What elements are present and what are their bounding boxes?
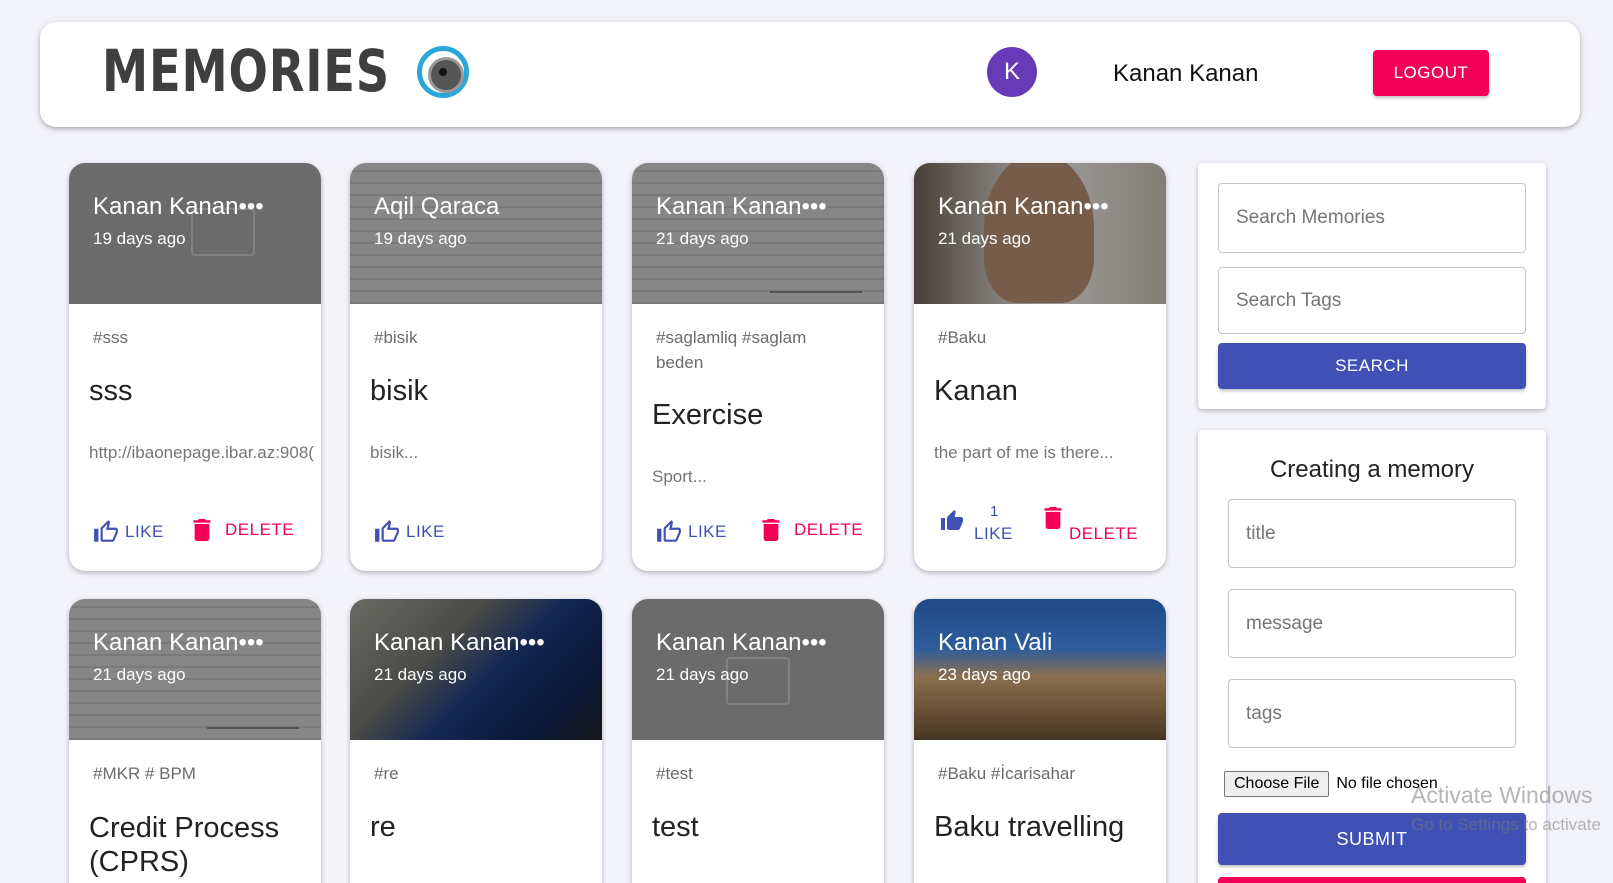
post-tags: #MKR # BPM — [93, 764, 196, 783]
post-image: Aqil Qaraca 19 days ago — [350, 163, 602, 304]
post-message: Sport... — [652, 467, 707, 486]
post-title: Exercise — [652, 399, 764, 431]
like-label: LIKE — [406, 522, 445, 541]
title-input[interactable] — [1228, 499, 1516, 568]
post-image: Kanan Vali 23 days ago — [914, 599, 1166, 740]
like-label: LIKE — [125, 522, 164, 541]
post-title: sss — [89, 375, 133, 407]
post-card[interactable]: Kanan Kanan••• 21 days ago #saglamliq #s… — [632, 163, 884, 571]
delete-button[interactable]: DELETE — [1044, 503, 1144, 548]
message-input[interactable] — [1228, 589, 1516, 658]
delete-button[interactable]: DELETE — [193, 519, 294, 541]
camera-lens-icon — [417, 46, 469, 98]
post-image: Kanan Kanan••• 21 days ago — [914, 163, 1166, 304]
like-label: LIKE — [974, 524, 1013, 543]
post-title: test — [652, 811, 699, 843]
thumb-up-outline-icon — [375, 520, 399, 542]
post-image: Kanan Kanan••• 19 days ago — [69, 163, 321, 304]
post-tags: #Baku — [938, 328, 987, 347]
like-button[interactable]: LIKE — [93, 519, 164, 545]
post-time: 21 days ago — [938, 229, 1031, 248]
brand-title[interactable]: MEMORIES — [102, 42, 390, 100]
trash-icon — [193, 519, 211, 541]
post-title: Credit Process (CPRS) — [89, 812, 280, 878]
post-image: Kanan Kanan••• 21 days ago — [350, 599, 602, 740]
post-card[interactable]: Kanan Kanan••• 21 days ago #Baku Kanan t… — [914, 163, 1166, 571]
post-tags: #bisik — [374, 328, 418, 347]
post-title: bisik — [370, 375, 429, 407]
post-time: 19 days ago — [93, 229, 186, 248]
like-label: LIKE — [688, 522, 727, 541]
post-image: Kanan Kanan••• 21 days ago — [69, 599, 321, 740]
post-tags: #saglamliq #saglam beden — [656, 328, 807, 372]
post-author: Kanan Kanan••• — [656, 193, 827, 220]
clear-button[interactable] — [1218, 877, 1526, 883]
post-card[interactable]: Kanan Kanan••• 19 days ago #sss sss http… — [69, 163, 321, 571]
tags-input[interactable] — [1228, 679, 1516, 748]
search-tags-input[interactable] — [1218, 267, 1526, 334]
post-time: 21 days ago — [656, 229, 749, 248]
post-card[interactable]: Kanan Kanan••• 21 days ago #MKR # BPM Cr… — [69, 599, 321, 883]
post-time: 21 days ago — [93, 665, 186, 684]
post-image: Kanan Kanan••• 21 days ago — [632, 599, 884, 740]
post-time: 23 days ago — [938, 665, 1031, 684]
post-card[interactable]: Aqil Qaraca 19 days ago #bisik bisik bis… — [350, 163, 602, 571]
post-time: 21 days ago — [656, 665, 749, 684]
delete-button[interactable]: DELETE — [762, 519, 863, 541]
post-author: Kanan Kanan••• — [374, 629, 545, 656]
trash-icon — [762, 519, 780, 541]
thumb-up-outline-icon — [657, 520, 681, 542]
search-button[interactable]: SEARCH — [1218, 343, 1526, 389]
post-message: http://ibaonepage.ibar.az:908( — [89, 443, 314, 462]
delete-label: DELETE — [794, 520, 864, 539]
post-message: bisik... — [370, 443, 419, 462]
like-button[interactable]: LIKE — [656, 519, 727, 545]
delete-label: DELETE — [1069, 524, 1139, 543]
post-author: Kanan Vali — [938, 629, 1053, 656]
search-memories-input[interactable] — [1218, 183, 1526, 253]
post-author: Aqil Qaraca — [374, 193, 500, 220]
post-author: Kanan Kanan••• — [938, 193, 1109, 220]
trash-icon — [1044, 507, 1062, 529]
avatar: K — [987, 47, 1037, 97]
post-image: Kanan Kanan••• 21 days ago — [632, 163, 884, 304]
post-tags: #test — [656, 764, 693, 783]
post-card[interactable]: Kanan Kanan••• 21 days ago #test test — [632, 599, 884, 883]
like-button[interactable]: 1 LIKE — [940, 503, 1020, 548]
post-title: Kanan — [934, 375, 1018, 407]
activation-watermark-title: Activate Windows — [1411, 782, 1593, 808]
post-time: 19 days ago — [374, 229, 467, 248]
post-card[interactable]: Kanan Vali 23 days ago #Baku #İcarisahar… — [914, 599, 1166, 883]
activation-watermark-subtitle: Go to Settings to activate — [1411, 815, 1601, 834]
logout-button[interactable]: LOGOUT — [1373, 50, 1489, 96]
brand[interactable]: MEMORIES — [102, 42, 469, 100]
user-name: Kanan Kanan — [1113, 60, 1259, 87]
post-tags: #sss — [93, 328, 128, 347]
post-author: Kanan Kanan••• — [656, 629, 827, 656]
search-panel: SEARCH — [1198, 163, 1546, 409]
post-message: the part of me is there... — [934, 443, 1114, 462]
like-count: 1 — [990, 503, 999, 520]
delete-label: DELETE — [225, 520, 295, 539]
post-author: Kanan Kanan••• — [93, 629, 264, 656]
post-title: re — [370, 811, 396, 843]
like-button[interactable]: LIKE — [374, 519, 445, 545]
app-bar: MEMORIES K Kanan Kanan LOGOUT — [40, 22, 1580, 127]
choose-file-button[interactable]: Choose File — [1224, 771, 1330, 797]
thumb-up-outline-icon — [94, 520, 118, 542]
post-tags: #Baku #İcarisahar — [938, 764, 1076, 783]
form-title: Creating a memory — [1269, 456, 1475, 483]
post-time: 21 days ago — [374, 665, 467, 684]
thumb-up-filled-icon — [941, 510, 963, 530]
file-upload[interactable]: Choose File No file chosen — [1224, 771, 1438, 797]
post-title: Baku travelling — [934, 811, 1125, 843]
post-tags: #re — [374, 764, 399, 783]
post-card[interactable]: Kanan Kanan••• 21 days ago #re re — [350, 599, 602, 883]
post-author: Kanan Kanan••• — [93, 193, 264, 220]
